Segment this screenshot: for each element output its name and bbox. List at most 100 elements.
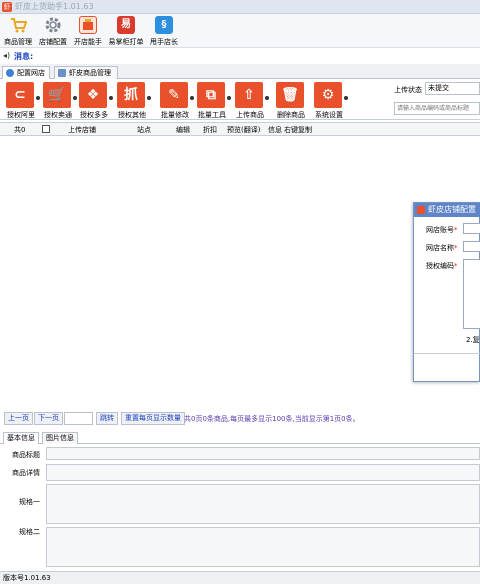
title-field-label: 商品标题 <box>12 451 40 459</box>
alibaba-icon: ⊂ <box>6 82 34 108</box>
upload-products-button[interactable]: ⇧ 上传商品 <box>233 82 269 120</box>
shop-helper-button[interactable]: 开店能手 <box>67 16 109 48</box>
authorize-pinduoduo-button[interactable]: ❖ 授权多多 <box>77 82 113 120</box>
grab-icon: 抓 <box>117 82 145 108</box>
spec-one-row: 规格一 <box>0 484 480 524</box>
spec-one-field[interactable] <box>46 484 480 524</box>
auth-code-label: 授权编码* <box>426 262 458 270</box>
spec-two-label: 规格二 <box>19 528 40 536</box>
search-input[interactable] <box>394 102 480 115</box>
upload-status-select[interactable]: 未提交 <box>425 82 480 95</box>
col-discount: 折扣 <box>203 126 217 134</box>
col-copy: 右键复制 <box>284 126 312 134</box>
dialog-divider <box>414 353 480 354</box>
dropdown-arrow-icon[interactable] <box>36 96 40 100</box>
store-manager-label: 甩手店长 <box>150 38 178 46</box>
dropdown-arrow-icon[interactable] <box>190 96 194 100</box>
cart-icon <box>9 16 28 34</box>
store-manager-button[interactable]: § 甩手店长 <box>143 16 185 48</box>
col-info: 信息 <box>268 126 282 134</box>
gear-icon: ⚙ <box>314 82 342 108</box>
tab-shop-config-label: 配置网店 <box>17 69 45 77</box>
speaker-icon: ◂) <box>3 51 11 60</box>
authorize-aliexpress-button[interactable]: 🛒 授权卖通 <box>41 82 77 120</box>
app-icon: § <box>155 16 173 34</box>
system-settings-button[interactable]: ⚙ 系统设置 <box>312 82 348 120</box>
authorize-alibaba-label: 授权阿里 <box>7 111 35 119</box>
trash-icon: 🗑 <box>276 82 304 108</box>
authorize-other-button[interactable]: 抓 授权其他 <box>115 82 151 120</box>
config-tab-icon <box>6 69 14 77</box>
pager-info: 共0页0条商品,每页最多显示100条,当前显示第1页0条。 <box>184 415 360 423</box>
shop-helper-label: 开店能手 <box>74 38 102 46</box>
upload-status-label: 上传状态 <box>394 86 422 94</box>
window-title: 虾皮上货助手1.01.63 <box>15 2 94 11</box>
tools-icon: ⧉ <box>197 82 225 108</box>
message-bar: ◂) 消息: <box>0 49 480 63</box>
batch-tools-button[interactable]: ⧉ 批量工具 <box>195 82 231 120</box>
tab-shopee-products[interactable]: 虾皮商品管理 <box>54 66 118 79</box>
detail-field-label: 商品详情 <box>12 469 40 477</box>
jump-button[interactable]: 跳转 <box>96 412 118 425</box>
cart-icon: 🛒 <box>43 82 71 108</box>
col-total: 共0 <box>14 126 26 134</box>
col-upload-shop: 上传店铺 <box>68 126 96 134</box>
shop-config-dialog: 虾皮店铺配置 网店账号* 网店名称* 授权编码* 2.复 <box>413 202 480 382</box>
detail-field-row: 商品详情 <box>0 464 480 482</box>
version-label: 版本号1.01.63 <box>3 574 51 582</box>
message-label: 消息: <box>14 52 34 61</box>
dropdown-arrow-icon[interactable] <box>344 96 348 100</box>
col-edit: 编辑 <box>176 126 190 134</box>
prev-page-button[interactable]: 上一页 <box>4 412 33 425</box>
shop-account-label: 网店账号* <box>426 226 458 234</box>
top-toolbar: 商品管理 店铺配置 开店能手 易 易掌柜打单 § 甩手店长 <box>0 14 480 48</box>
shop-name-input[interactable] <box>463 241 480 252</box>
spec-two-field[interactable] <box>46 527 480 567</box>
dialog-app-icon <box>417 206 425 214</box>
gear-icon <box>44 16 62 34</box>
title-field[interactable] <box>46 447 480 460</box>
dialog-title-bar[interactable]: 虾皮店铺配置 <box>414 203 480 217</box>
authorize-alibaba-button[interactable]: ⊂ 授权阿里 <box>4 82 40 120</box>
shop-account-input[interactable] <box>463 223 480 234</box>
dialog-title: 虾皮店铺配置 <box>428 205 476 214</box>
dialog-note: 2.复 <box>466 336 480 344</box>
products-tab-icon <box>58 69 66 77</box>
detail-field[interactable] <box>46 464 480 481</box>
pager: 上一页 下一页 跳转 重置每页显示数量 共0页0条商品,每页最多显示100条,当… <box>0 412 480 426</box>
upload-products-label: 上传商品 <box>236 111 264 119</box>
select-all-checkbox[interactable] <box>42 125 50 133</box>
dropdown-arrow-icon[interactable] <box>227 96 231 100</box>
shop-icon <box>79 16 97 34</box>
reset-page-size-button[interactable]: 重置每页显示数量 <box>121 412 185 425</box>
batch-edit-button[interactable]: ✎ 批量修改 <box>158 82 194 120</box>
app-icon: 虾 <box>2 2 12 12</box>
dropdown-arrow-icon[interactable] <box>265 96 269 100</box>
tab-shop-config[interactable]: 配置网店 <box>2 66 50 79</box>
info-tabs: 基本信息 图片信息 <box>0 431 480 444</box>
spec-one-label: 规格一 <box>19 498 40 506</box>
status-bar: 版本号1.01.63 <box>0 571 480 584</box>
print-order-button[interactable]: 易 易掌柜打单 <box>105 16 147 48</box>
delete-products-button[interactable]: 🗑 删除商品 <box>274 82 307 120</box>
batch-edit-label: 批量修改 <box>161 111 189 119</box>
dropdown-arrow-icon[interactable] <box>109 96 113 100</box>
next-page-button[interactable]: 下一页 <box>34 412 63 425</box>
tab-shopee-products-label: 虾皮商品管理 <box>69 69 111 77</box>
col-site: 站点 <box>137 126 151 134</box>
print-icon: 易 <box>117 16 135 34</box>
main-tabs: 配置网店 虾皮商品管理 <box>0 64 480 79</box>
action-toolbar: ⊂ 授权阿里 🛒 授权卖通 ❖ 授权多多 抓 授权其他 ✎ 批量修改 ⧉ 批量工… <box>0 80 480 120</box>
dropdown-arrow-icon[interactable] <box>147 96 151 100</box>
tab-basic-info[interactable]: 基本信息 <box>3 432 39 444</box>
auth-code-input[interactable] <box>463 259 480 329</box>
delete-products-label: 删除商品 <box>277 111 305 119</box>
product-grid-header: 共0 上传店铺 站点 编辑 折扣 预览(翻译) 信息 右键复制 <box>0 122 480 136</box>
authorize-other-label: 授权其他 <box>118 111 146 119</box>
title-field-row: 商品标题 <box>0 447 480 461</box>
product-grid[interactable] <box>0 136 480 408</box>
tab-image-info[interactable]: 图片信息 <box>42 432 78 444</box>
batch-tools-label: 批量工具 <box>198 111 226 119</box>
print-order-label: 易掌柜打单 <box>108 38 144 46</box>
page-number-input[interactable] <box>64 412 93 425</box>
